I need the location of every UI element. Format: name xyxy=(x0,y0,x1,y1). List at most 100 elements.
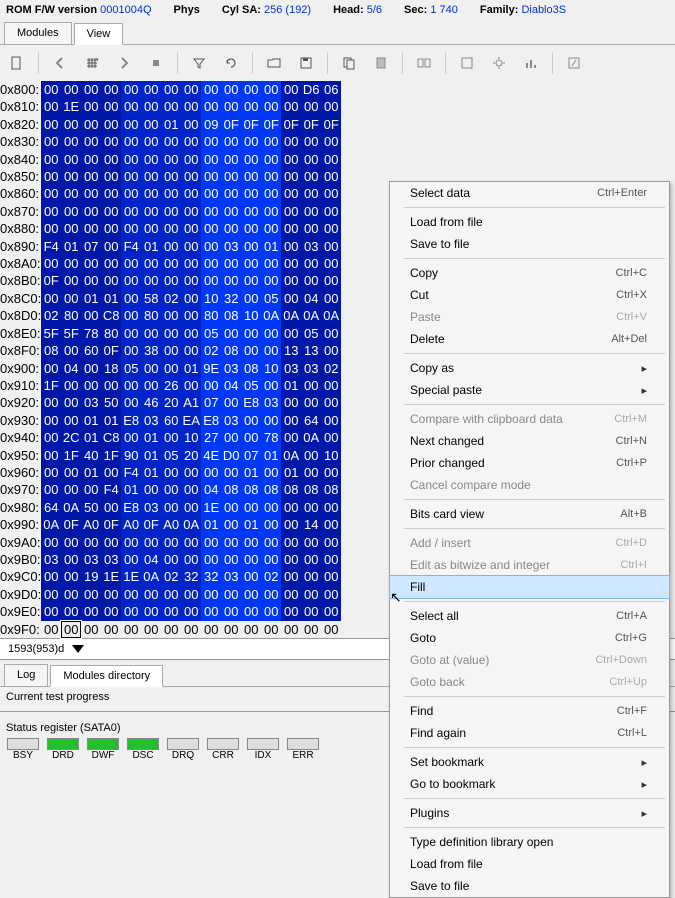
hex-byte[interactable]: 00 xyxy=(241,603,261,620)
hex-byte[interactable]: 0A xyxy=(301,307,321,324)
hex-byte[interactable]: 00 xyxy=(221,325,241,342)
hex-byte[interactable]: 00 xyxy=(81,203,101,220)
hex-byte[interactable]: 00 xyxy=(241,98,261,115)
hex-byte[interactable]: 00 xyxy=(41,621,61,638)
hex-byte[interactable]: 00 xyxy=(61,481,81,498)
hex-byte[interactable]: 1F xyxy=(41,377,61,394)
hex-byte[interactable]: 10 xyxy=(181,429,201,446)
hex-byte[interactable]: 00 xyxy=(41,360,61,377)
hex-byte[interactable]: 00 xyxy=(101,621,121,638)
hex-byte[interactable]: 00 xyxy=(161,272,181,289)
hex-byte[interactable]: 08 xyxy=(241,481,261,498)
hex-byte[interactable]: 00 xyxy=(301,220,321,237)
hex-byte[interactable]: 00 xyxy=(301,394,321,411)
hex-byte[interactable]: E8 xyxy=(201,412,221,429)
hex-byte[interactable]: 00 xyxy=(181,621,201,638)
toolbar-paste-icon[interactable] xyxy=(366,49,396,77)
hex-byte[interactable]: 00 xyxy=(181,307,201,324)
hex-byte[interactable]: 0F xyxy=(241,116,261,133)
hex-byte[interactable]: 00 xyxy=(181,290,201,307)
hex-byte[interactable]: 00 xyxy=(81,81,101,98)
hex-byte[interactable]: 00 xyxy=(221,203,241,220)
hex-byte[interactable]: 00 xyxy=(261,203,281,220)
hex-byte[interactable]: 00 xyxy=(261,499,281,516)
hex-byte[interactable]: 32 xyxy=(201,568,221,585)
hex-byte[interactable]: 00 xyxy=(141,151,161,168)
hex-byte[interactable]: 00 xyxy=(81,534,101,551)
hex-byte[interactable]: 00 xyxy=(301,534,321,551)
hex-byte[interactable]: 00 xyxy=(81,377,101,394)
hex-byte[interactable]: 00 xyxy=(261,534,281,551)
hex-byte[interactable]: 00 xyxy=(101,203,121,220)
hex-byte[interactable]: 08 xyxy=(301,481,321,498)
ctx-find-again[interactable]: Find againCtrl+L xyxy=(390,722,669,744)
hex-byte[interactable]: 00 xyxy=(321,272,341,289)
hex-byte[interactable]: 00 xyxy=(321,516,341,533)
hex-byte[interactable]: 01 xyxy=(101,412,121,429)
hex-byte[interactable]: 00 xyxy=(221,603,241,620)
hex-byte[interactable]: 05 xyxy=(261,290,281,307)
hex-byte[interactable]: 00 xyxy=(121,621,141,638)
ctx-plugins[interactable]: Plugins xyxy=(390,802,669,824)
hex-byte[interactable]: 14 xyxy=(301,516,321,533)
hex-byte[interactable]: 00 xyxy=(41,116,61,133)
hex-byte[interactable]: 00 xyxy=(261,98,281,115)
hex-byte[interactable]: 00 xyxy=(221,551,241,568)
hex-byte[interactable]: 00 xyxy=(121,290,141,307)
ctx-save-to-file[interactable]: Save to file xyxy=(390,233,669,255)
hex-byte[interactable]: 00 xyxy=(281,412,301,429)
hex-byte[interactable]: 00 xyxy=(221,621,241,638)
hex-byte[interactable]: 00 xyxy=(241,81,261,98)
hex-byte[interactable]: 01 xyxy=(261,447,281,464)
hex-byte[interactable]: 00 xyxy=(321,255,341,272)
hex-byte[interactable]: 00 xyxy=(81,307,101,324)
hex-byte[interactable]: 00 xyxy=(321,168,341,185)
hex-byte[interactable]: 00 xyxy=(181,534,201,551)
hex-byte[interactable]: 04 xyxy=(141,551,161,568)
hex-byte[interactable]: 00 xyxy=(161,481,181,498)
hex-byte[interactable]: 01 xyxy=(261,238,281,255)
hex-byte[interactable]: 1E xyxy=(61,98,81,115)
hex-byte[interactable]: 00 xyxy=(101,586,121,603)
hex-byte[interactable]: 00 xyxy=(301,168,321,185)
hex-byte[interactable]: 0A xyxy=(41,516,61,533)
hex-byte[interactable]: 00 xyxy=(181,603,201,620)
hex-byte[interactable]: 00 xyxy=(141,133,161,150)
hex-byte[interactable]: 00 xyxy=(241,133,261,150)
hex-byte[interactable]: 00 xyxy=(101,377,121,394)
hex-byte[interactable]: 01 xyxy=(281,464,301,481)
hex-byte[interactable]: 00 xyxy=(181,133,201,150)
hex-byte[interactable]: 00 xyxy=(61,568,81,585)
hex-byte[interactable]: 00 xyxy=(161,551,181,568)
hex-byte[interactable]: 00 xyxy=(61,394,81,411)
hex-byte[interactable]: 00 xyxy=(301,203,321,220)
hex-byte[interactable]: 38 xyxy=(141,342,161,359)
hex-byte[interactable]: 00 xyxy=(241,203,261,220)
hex-byte[interactable]: 00 xyxy=(281,168,301,185)
hex-byte[interactable]: 00 xyxy=(321,98,341,115)
hex-byte[interactable]: 00 xyxy=(161,151,181,168)
toolbar-prev-icon[interactable] xyxy=(45,49,75,77)
hex-byte[interactable]: 01 xyxy=(81,290,101,307)
hex-byte[interactable]: 4E xyxy=(201,447,221,464)
hex-byte[interactable]: 08 xyxy=(281,481,301,498)
hex-byte[interactable]: 04 xyxy=(221,377,241,394)
hex-byte[interactable]: 0F xyxy=(101,342,121,359)
hex-byte[interactable]: 00 xyxy=(181,185,201,202)
hex-byte[interactable]: 00 xyxy=(301,185,321,202)
hex-byte[interactable]: 00 xyxy=(201,168,221,185)
hex-byte[interactable]: 00 xyxy=(261,133,281,150)
hex-byte[interactable]: 03 xyxy=(221,568,241,585)
hex-byte[interactable]: 00 xyxy=(281,255,301,272)
hex-byte[interactable]: 00 xyxy=(121,394,141,411)
hex-byte[interactable]: 00 xyxy=(181,168,201,185)
hex-byte[interactable]: 00 xyxy=(41,98,61,115)
hex-byte[interactable]: 00 xyxy=(321,603,341,620)
hex-byte[interactable]: 00 xyxy=(321,325,341,342)
hex-byte[interactable]: 00 xyxy=(41,185,61,202)
hex-byte[interactable]: 00 xyxy=(161,603,181,620)
hex-byte[interactable]: 32 xyxy=(181,568,201,585)
hex-byte[interactable]: 00 xyxy=(101,185,121,202)
hex-byte[interactable]: 00 xyxy=(61,203,81,220)
hex-byte[interactable]: 01 xyxy=(141,464,161,481)
